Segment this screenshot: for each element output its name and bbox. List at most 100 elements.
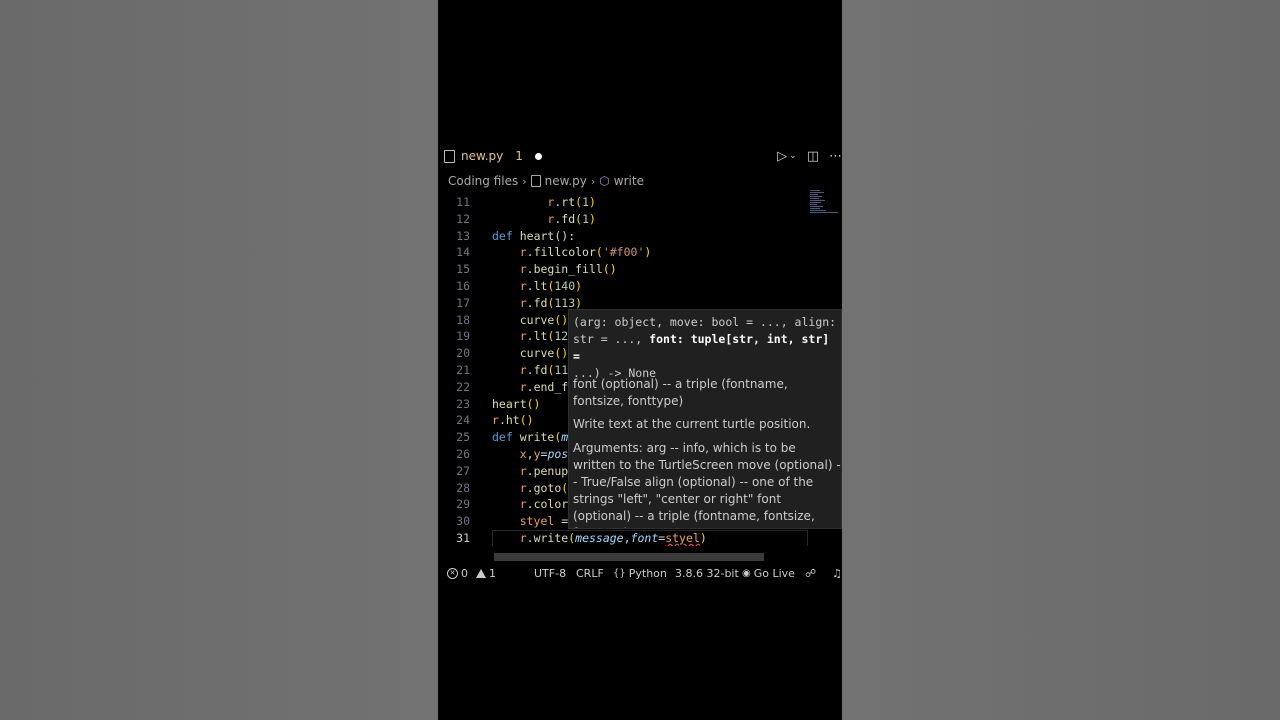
line-number: 17 <box>456 295 470 310</box>
breadcrumb-symbol[interactable]: write <box>614 174 644 188</box>
code-token: . <box>526 379 534 394</box>
code-token: r <box>519 480 527 495</box>
code-token: ) <box>575 279 583 293</box>
code-token: rt <box>561 195 576 209</box>
code-token: (): <box>554 228 576 243</box>
code-line[interactable]: 11 r.rt(1) <box>438 194 842 211</box>
code-token: penup <box>533 463 569 478</box>
code-token: x <box>519 447 527 461</box>
unsaved-dot-icon[interactable] <box>534 152 542 160</box>
breadcrumb-file[interactable]: new.py <box>545 174 587 188</box>
code-token: write <box>533 531 569 545</box>
go-live-button[interactable]: ◉ Go Live <box>742 563 795 583</box>
code-token: curve <box>519 346 555 361</box>
code-token: 140 <box>554 279 576 293</box>
code-token: 1 <box>582 195 589 209</box>
code-text: r.rt(1) <box>492 194 596 211</box>
chevron-down-icon[interactable]: ⌄ <box>789 151 797 161</box>
file-icon <box>530 175 541 187</box>
code-token: () <box>519 413 534 428</box>
code-token: lt <box>533 329 548 344</box>
code-token: () <box>554 312 569 327</box>
warning-icon <box>476 568 486 578</box>
code-line[interactable]: 13 def heart(): <box>438 228 842 245</box>
code-token: , <box>623 531 631 545</box>
line-number: 25 <box>456 430 470 445</box>
code-token: fd <box>533 363 548 377</box>
code-line[interactable]: 14 r.fillcolor('#f00') <box>438 244 842 261</box>
code-token: r <box>519 329 527 344</box>
code-line[interactable]: 15 r.begin_fill() <box>438 261 842 278</box>
code-token: , <box>526 447 534 461</box>
editor-actions: ▷ ⌄ ◫ ⋯ <box>777 145 842 167</box>
code-token: font <box>630 531 659 545</box>
broadcast-icon: ◉ <box>742 567 751 579</box>
code-line[interactable]: 12 r.fd(1) <box>438 211 842 228</box>
notifications-bell-icon[interactable]: ♫ <box>832 563 842 583</box>
minimap[interactable] <box>810 190 842 230</box>
code-token: ht <box>505 413 520 428</box>
run-icon[interactable]: ▷ <box>777 149 787 164</box>
code-line[interactable]: 16 r.lt(140) <box>438 278 842 295</box>
breadcrumb-folder[interactable]: Coding files <box>448 174 518 188</box>
interpreter-indicator[interactable]: 3.8.6 32-bit <box>675 563 739 583</box>
code-text: r.color <box>492 496 569 513</box>
feedback-icon[interactable]: ☍ <box>805 563 816 583</box>
code-token: begin_fill <box>533 262 603 277</box>
error-icon: ✕ <box>447 567 458 579</box>
code-token: '#f00' <box>602 245 645 260</box>
code-text: r.lt(140) <box>492 278 582 295</box>
code-token: ) <box>575 295 583 310</box>
code-token: ) <box>589 195 596 209</box>
line-number: 27 <box>456 463 470 478</box>
breadcrumb: Coding files › new.py › ⬡ write <box>448 173 644 189</box>
code-token: fd <box>533 295 548 310</box>
file-icon <box>444 149 455 163</box>
code-token: y <box>533 447 541 461</box>
code-token: pos <box>547 447 569 461</box>
code-token: lt <box>533 279 548 293</box>
line-number: 19 <box>456 329 470 344</box>
more-actions-icon[interactable]: ⋯ <box>829 149 842 164</box>
code-token: r <box>519 245 527 260</box>
problems-indicator[interactable]: ✕ 0 1 <box>447 563 496 583</box>
code-line[interactable]: 31 r.write(message,font=styel) <box>438 530 842 546</box>
signature-line-2-prefix: str = ..., <box>573 332 650 346</box>
code-token: r <box>519 497 527 512</box>
tab-new-py[interactable]: new.py 1 <box>444 145 542 167</box>
tab-problems-count: 1 <box>515 149 523 163</box>
code-text: r.begin_fill() <box>492 261 617 278</box>
code-token: r <box>519 379 527 394</box>
eol-indicator[interactable]: CRLF <box>576 563 604 583</box>
hover-tooltip: (arg: object, move: bool = ..., align: s… <box>568 309 842 529</box>
code-token: write <box>519 430 555 445</box>
line-number: 24 <box>456 413 470 428</box>
code-token: r <box>519 463 527 478</box>
code-text: styel = <box>492 513 568 530</box>
language-mode[interactable]: {} Python <box>613 563 667 583</box>
error-count: 0 <box>461 566 468 580</box>
code-token: styel <box>519 514 555 529</box>
split-editor-icon[interactable]: ◫ <box>807 149 819 164</box>
code-text: r.ht() <box>492 412 534 429</box>
code-token: . <box>498 413 506 428</box>
chevron-right-icon: › <box>590 174 596 188</box>
code-token: () <box>554 346 569 361</box>
encoding-indicator[interactable]: UTF-8 <box>534 563 566 583</box>
horizontal-scrollbar[interactable] <box>494 553 764 561</box>
signature-line-2: str = ..., font: tuple[str, int, str] = <box>573 331 841 365</box>
line-number: 13 <box>456 228 470 243</box>
vscode-window: new.py 1 ▷ ⌄ ◫ ⋯ Coding files › new.py ›… <box>438 0 842 720</box>
code-text: r.penup <box>492 463 569 480</box>
line-number: 14 <box>456 245 470 260</box>
warning-count: 1 <box>489 566 496 580</box>
